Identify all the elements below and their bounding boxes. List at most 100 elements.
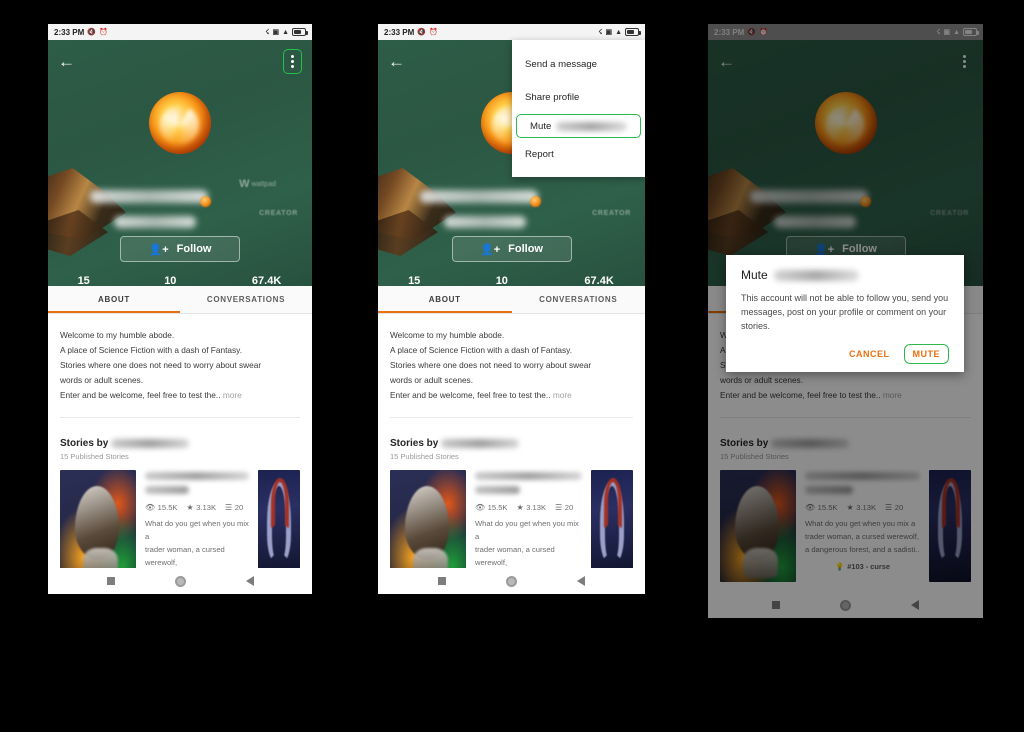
overflow-menu: Send a message Share profile Mute Report xyxy=(512,40,645,177)
triangle-back-icon[interactable] xyxy=(577,576,585,586)
phone-screen-1: 2:33 PM 🔇 ⏰ ☇ ▣ ▲ ← W wattpad CREATOR 👤+… xyxy=(48,24,312,594)
stories-heading-text: Stories by xyxy=(60,438,109,449)
creator-badge: CREATOR xyxy=(592,210,631,217)
system-nav-bar xyxy=(378,568,645,594)
list-icon: ☰ xyxy=(225,503,233,512)
about-line-1: Welcome to my humble abode. xyxy=(60,330,175,340)
blurred-username xyxy=(556,121,627,131)
status-time: 2:33 PM xyxy=(54,27,85,37)
follow-button[interactable]: 👤+ Follow xyxy=(120,236,240,262)
eye-icon: 👁 xyxy=(145,503,156,512)
desc-line-2: trader woman, a cursed werewolf, xyxy=(145,545,225,567)
tab-indicator xyxy=(48,310,180,313)
profile-stats: 15 WORKS 10 READING LISTS 67.4K FOLLOWER… xyxy=(378,272,645,286)
dialog-actions: CANCEL MUTE xyxy=(741,344,949,364)
square-icon[interactable] xyxy=(438,577,446,585)
sim-icon: ▣ xyxy=(605,28,613,36)
silent-icon: 🔇 xyxy=(417,28,426,36)
tab-conversations[interactable]: CONVERSATIONS xyxy=(180,286,312,313)
dialog-title-text: Mute xyxy=(741,268,768,282)
dialog-title: Mute xyxy=(741,268,949,282)
star-icon: ★ xyxy=(186,503,194,512)
blurred-username xyxy=(773,269,859,281)
read-more-link[interactable]: more xyxy=(553,390,572,400)
circle-icon[interactable] xyxy=(506,575,517,587)
mute-button[interactable]: MUTE xyxy=(903,344,949,364)
bluetooth-icon: ☇ xyxy=(265,28,270,36)
blurred-author-name xyxy=(441,439,520,448)
person-add-icon: 👤+ xyxy=(480,243,501,256)
read-more-link[interactable]: more xyxy=(223,390,242,400)
parts-metric: ☰ 20 xyxy=(225,503,243,512)
blurred-username xyxy=(90,190,208,203)
stat-value: 15 xyxy=(77,275,90,286)
views-value: 15.5K xyxy=(487,503,508,512)
tab-indicator xyxy=(378,310,512,313)
about-line-2: A place of Science Fiction with a dash o… xyxy=(390,345,573,355)
about-line-4: words or adult scenes. xyxy=(390,375,474,385)
parts-value: 20 xyxy=(564,503,574,512)
star-icon: ★ xyxy=(516,503,524,512)
stat-value: 10 xyxy=(164,275,177,286)
back-button[interactable]: ← xyxy=(58,53,75,70)
profile-tabs: ABOUT CONVERSATIONS xyxy=(378,286,645,314)
stat-reading-lists[interactable]: 10 READING LISTS xyxy=(141,274,200,286)
story-cover-next[interactable] xyxy=(258,470,300,582)
stat-followers[interactable]: 67.4K FOLLOWERS xyxy=(575,274,623,286)
blurred-story-title xyxy=(475,472,582,480)
cancel-button[interactable]: CANCEL xyxy=(841,344,898,364)
stat-value: 10 xyxy=(495,275,508,286)
menu-item-send-a-message[interactable]: Send a message xyxy=(512,48,645,81)
stat-reading-lists[interactable]: 10 READING LISTS xyxy=(472,274,531,286)
overflow-menu-button[interactable] xyxy=(283,48,302,74)
stories-heading: Stories by xyxy=(60,438,300,449)
views-metric: 👁 15.5K xyxy=(475,503,508,512)
story-cover[interactable] xyxy=(390,470,466,582)
signal-icon: ▲ xyxy=(282,28,289,36)
back-button[interactable]: ← xyxy=(388,53,405,70)
alarm-icon: ⏰ xyxy=(98,28,108,36)
silent-icon: 🔇 xyxy=(87,28,96,36)
sim-icon: ▣ xyxy=(272,28,280,36)
menu-item-mute[interactable]: Mute xyxy=(516,114,641,138)
menu-item-report[interactable]: Report xyxy=(512,138,645,171)
tab-about[interactable]: ABOUT xyxy=(48,286,180,313)
blurred-handle xyxy=(114,216,196,228)
avatar[interactable] xyxy=(149,92,211,154)
tab-conversations[interactable]: CONVERSATIONS xyxy=(512,286,646,313)
about-line-4: words or adult scenes. xyxy=(60,375,144,385)
blurred-story-title xyxy=(145,472,249,480)
published-count: 15 Published Stories xyxy=(390,452,459,461)
status-bar: 2:33 PM 🔇 ⏰ ☇ ▣ ▲ xyxy=(48,24,312,40)
stat-value: 67.4K xyxy=(584,275,614,286)
stat-works[interactable]: 15 WORKS xyxy=(69,274,98,286)
profile-banner: ← W wattpad CREATOR 👤+ Follow 15 WORKS xyxy=(48,40,312,286)
tab-about[interactable]: ABOUT xyxy=(378,286,512,313)
circle-icon[interactable] xyxy=(174,575,186,587)
stat-followers[interactable]: 67.4K FOLLOWERS xyxy=(243,274,291,286)
section-divider xyxy=(60,417,300,418)
battery-icon xyxy=(292,28,308,36)
bluetooth-icon: ☇ xyxy=(598,28,603,36)
story-cover-next[interactable] xyxy=(591,470,633,582)
follow-button[interactable]: 👤+ Follow xyxy=(451,236,572,262)
about-line-5-text: Enter and be welcome, feel free to test … xyxy=(60,390,221,400)
blurred-story-subtitle xyxy=(145,486,189,494)
menu-item-share-profile[interactable]: Share profile xyxy=(512,81,645,114)
menu-item-mute-label: Mute xyxy=(530,120,552,132)
stars-value: 3.13K xyxy=(196,503,217,512)
about-line-3: Stories where one does not need to worry… xyxy=(390,360,592,370)
status-bar: 2:33 PM 🔇 ⏰ ☇ ▣ ▲ xyxy=(378,24,645,40)
system-nav-bar xyxy=(48,568,312,594)
status-time: 2:33 PM xyxy=(384,27,415,37)
blurred-badge-dot xyxy=(530,196,541,207)
story-cover[interactable] xyxy=(60,470,136,582)
square-icon[interactable] xyxy=(106,577,115,585)
person-add-icon: 👤+ xyxy=(148,243,169,256)
follow-label: Follow xyxy=(176,243,212,255)
blurred-author-name xyxy=(111,439,190,448)
eye-icon: 👁 xyxy=(475,503,486,512)
stat-works[interactable]: 15 WORKS xyxy=(400,274,429,286)
views-metric: 👁 15.5K xyxy=(145,503,178,512)
triangle-back-icon[interactable] xyxy=(245,576,254,586)
